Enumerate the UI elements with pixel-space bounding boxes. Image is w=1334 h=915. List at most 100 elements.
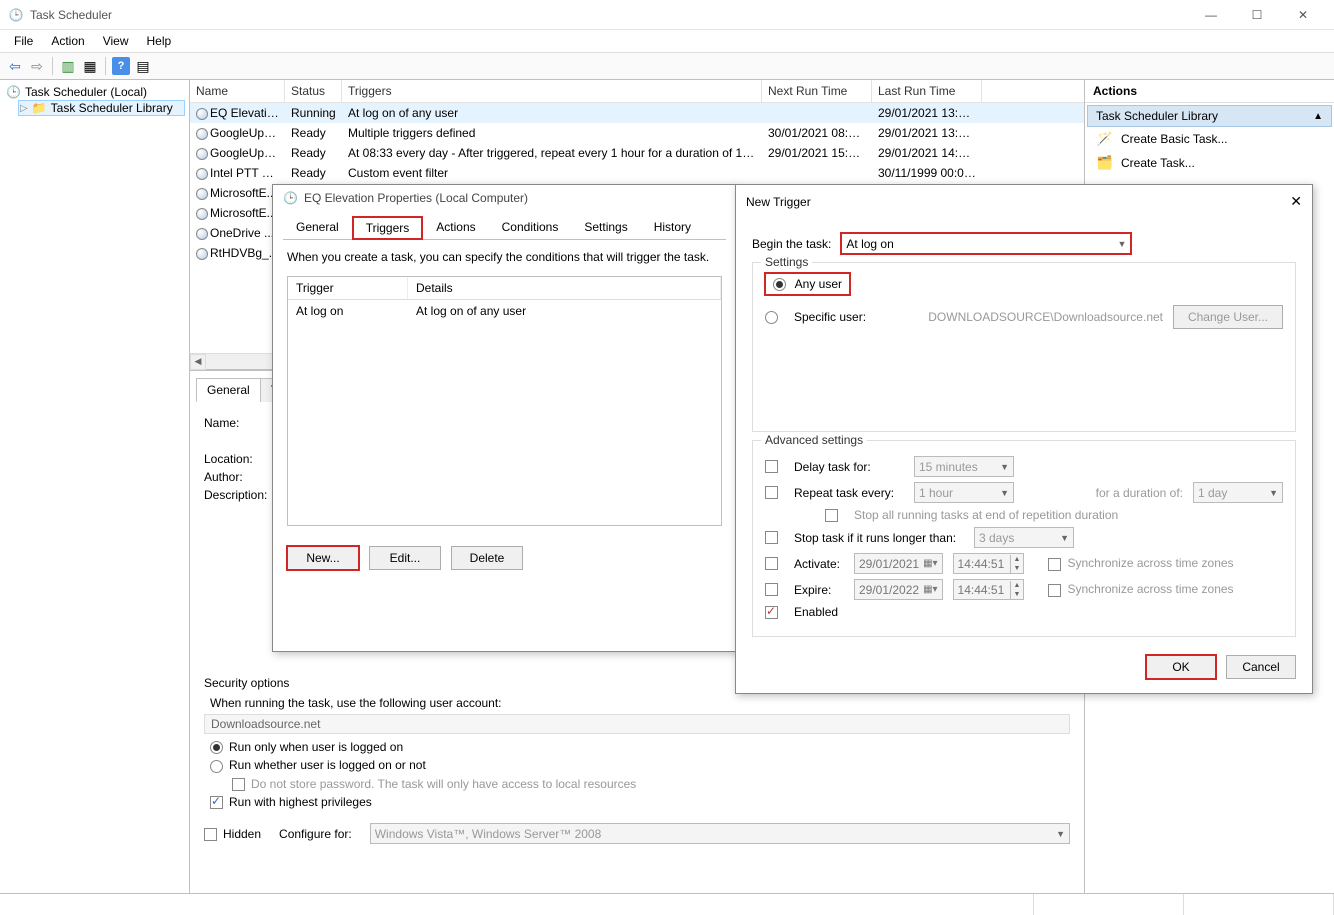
cell: At log on of any user: [408, 303, 721, 319]
task-icon: [196, 188, 208, 200]
cell: GoogleUpda...: [210, 146, 285, 160]
configure-combo[interactable]: Windows Vista™, Windows Server™ 2008▼: [370, 823, 1070, 844]
cell: Ready: [285, 165, 342, 181]
chk-delay[interactable]: [765, 460, 778, 473]
minimize-button[interactable]: —: [1188, 0, 1234, 30]
menu-view[interactable]: View: [95, 32, 137, 50]
new-button[interactable]: New...: [287, 546, 359, 570]
separator: [52, 57, 53, 75]
opt-label: Expire:: [794, 583, 844, 597]
help-icon[interactable]: ?: [112, 57, 130, 75]
col-next[interactable]: Next Run Time: [762, 80, 872, 102]
spin-up-icon: ▲: [1011, 581, 1024, 590]
tab-actions[interactable]: Actions: [423, 216, 488, 240]
opt-label: Any user: [795, 277, 842, 291]
scroll-left-icon[interactable]: ◀: [190, 354, 206, 370]
col-details[interactable]: Details: [408, 277, 721, 299]
col-name[interactable]: Name: [190, 80, 285, 102]
cell: 30/01/2021 08:33:34: [762, 125, 872, 141]
stop-long-combo: 3 days▼: [974, 527, 1074, 548]
col-status[interactable]: Status: [285, 80, 342, 102]
chk-repeat[interactable]: [765, 486, 778, 499]
menu-file[interactable]: File: [6, 32, 41, 50]
cell: RtHDVBg_...: [210, 246, 279, 260]
chk-stop-long[interactable]: [765, 531, 778, 544]
trigger-list[interactable]: Trigger Details At log on At log on of a…: [287, 276, 722, 526]
opt-label: Stop all running tasks at end of repetit…: [854, 508, 1118, 522]
chk-activate[interactable]: [765, 557, 778, 570]
radio-specific-user[interactable]: [765, 311, 778, 324]
col-last[interactable]: Last Run Time: [872, 80, 982, 102]
action-create-task[interactable]: 🗂️ Create Task...: [1087, 151, 1332, 175]
begin-combo[interactable]: At log on ▼: [841, 233, 1131, 254]
tab-conditions[interactable]: Conditions: [489, 216, 572, 240]
tab-general[interactable]: General: [283, 216, 352, 240]
cell: MicrosoftE...: [210, 206, 277, 220]
refresh-icon[interactable]: ▥: [59, 57, 77, 75]
table-row[interactable]: EQ Elevation Running At log on of any us…: [190, 103, 1084, 123]
opt-label: Delay task for:: [794, 460, 904, 474]
task-icon: [196, 228, 208, 240]
table-row[interactable]: Intel PTT EK... Ready Custom event filte…: [190, 163, 1084, 183]
chevron-down-icon: ▼: [994, 488, 1009, 498]
col-triggers[interactable]: Triggers: [342, 80, 762, 102]
folder-icon: 📁: [32, 101, 47, 115]
opt-label: Do not store password. The task will onl…: [251, 777, 636, 791]
action-create-basic[interactable]: 🪄 Create Basic Task...: [1087, 127, 1332, 151]
window-title: Task Scheduler: [30, 8, 1188, 22]
chevron-down-icon: ▼: [1263, 488, 1278, 498]
chk-sync2: [1048, 584, 1061, 597]
chk-enabled[interactable]: [765, 606, 778, 619]
radio-any-user[interactable]: [773, 278, 786, 291]
opt-label: Enabled: [794, 605, 838, 619]
col-trigger[interactable]: Trigger: [288, 277, 408, 299]
maximize-button[interactable]: ☐: [1234, 0, 1280, 30]
opt-label: Repeat task every:: [794, 486, 904, 500]
tab-settings[interactable]: Settings: [571, 216, 640, 240]
panel-icon[interactable]: ▤: [134, 57, 152, 75]
chk-hidden[interactable]: [204, 828, 217, 841]
edit-button[interactable]: Edit...: [369, 546, 441, 570]
chk-stop-all: [825, 509, 838, 522]
cell: At log on: [288, 303, 408, 319]
spin-down-icon: ▼: [1011, 590, 1024, 599]
tab-history[interactable]: History: [641, 216, 704, 240]
close-button[interactable]: ✕: [1280, 0, 1326, 30]
duration-combo: 1 day▼: [1193, 482, 1283, 503]
clock-icon: 🕒: [283, 191, 298, 205]
cell: [762, 112, 872, 114]
table-row[interactable]: GoogleUpda... Ready At 08:33 every day -…: [190, 143, 1084, 163]
chevron-up-icon: ▲: [1313, 111, 1323, 122]
tab-general[interactable]: General: [196, 378, 261, 402]
chk-expire[interactable]: [765, 583, 778, 596]
chk-highest-priv[interactable]: [210, 796, 223, 809]
radio-logged-on[interactable]: [210, 741, 223, 754]
tree-library[interactable]: ▷ 📁 Task Scheduler Library: [18, 100, 185, 116]
cell: GoogleUpda...: [210, 126, 285, 140]
tree-root[interactable]: 🕒 Task Scheduler (Local): [4, 84, 185, 100]
menu-action[interactable]: Action: [43, 32, 92, 50]
wand-icon: 🪄: [1097, 131, 1113, 147]
tab-triggers[interactable]: Triggers: [352, 216, 424, 240]
actions-section-title[interactable]: Task Scheduler Library ▲: [1087, 105, 1332, 127]
cell: Intel PTT EK...: [210, 166, 285, 180]
spin-down-icon: ▼: [1011, 564, 1024, 573]
cell: 29/01/2021 13:16:23: [872, 125, 982, 141]
forward-icon[interactable]: ⇨: [28, 57, 46, 75]
table-row[interactable]: GoogleUpda... Ready Multiple triggers de…: [190, 123, 1084, 143]
begin-label: Begin the task:: [752, 237, 831, 251]
trigger-row[interactable]: At log on At log on of any user: [288, 300, 721, 322]
properties-icon[interactable]: ▦: [81, 57, 99, 75]
dialog-close-icon[interactable]: ✕: [1290, 193, 1302, 210]
action-label: Create Basic Task...: [1121, 132, 1228, 146]
cell: [762, 172, 872, 174]
ok-button[interactable]: OK: [1146, 655, 1216, 679]
radio-logged-off[interactable]: [210, 760, 223, 773]
date-value: 29/01/2022: [859, 583, 919, 597]
back-icon[interactable]: ⇦: [6, 57, 24, 75]
cancel-button[interactable]: Cancel: [1226, 655, 1296, 679]
delete-button[interactable]: Delete: [451, 546, 523, 570]
expire-date: 29/01/2022▦▾: [854, 579, 943, 600]
change-user-button: Change User...: [1173, 305, 1283, 329]
menu-help[interactable]: Help: [139, 32, 180, 50]
